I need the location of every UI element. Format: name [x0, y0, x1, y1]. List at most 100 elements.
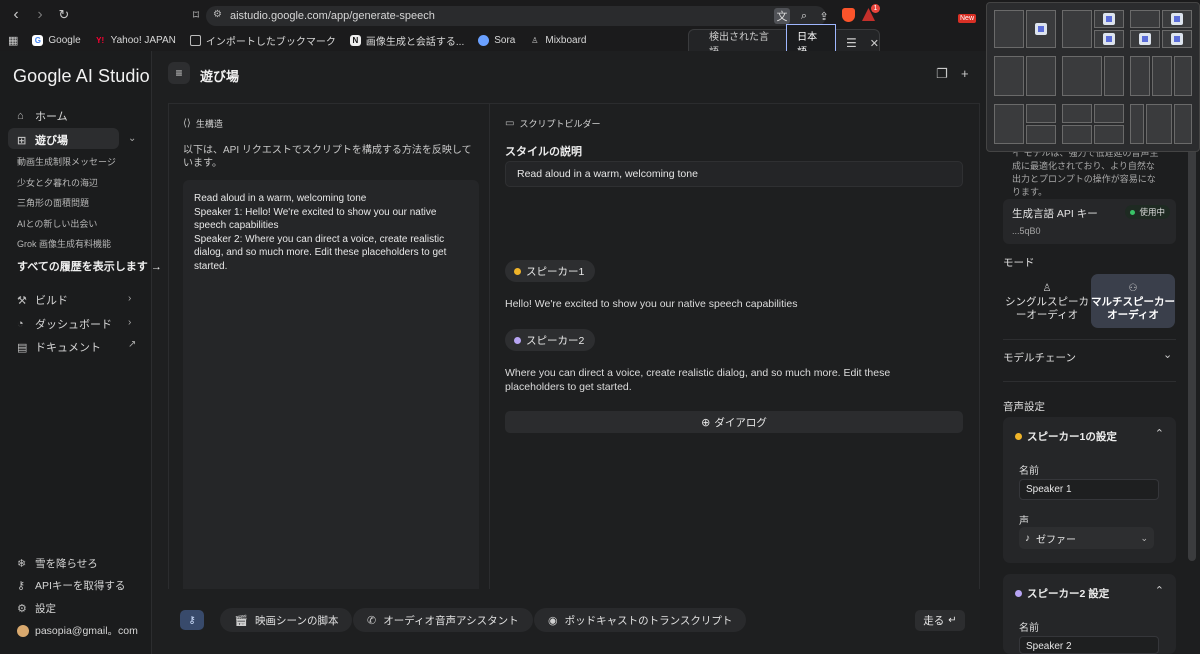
raw-structure-code[interactable]: Read aloud in a warm, welcoming tone Spe… — [183, 180, 479, 642]
sidebar-item-home[interactable]: ⌂ ホーム — [17, 108, 68, 124]
snap-zone[interactable] — [1130, 104, 1144, 144]
speaker-1-voice-select[interactable]: ♪ ゼファー ⌄ — [1019, 527, 1154, 549]
snap-zone[interactable] — [1062, 10, 1092, 48]
add-dialog-button[interactable]: ⊕ ダイアログ — [505, 411, 963, 433]
snap-zone[interactable] — [1026, 56, 1056, 96]
history-item[interactable]: Grok 画像生成有料機能 — [17, 237, 111, 250]
sidebar-item-get-api-key[interactable]: ⚷ APIキーを取得する — [17, 578, 125, 593]
bookmark-mixboard[interactable]: ♙ Mixboard — [529, 35, 586, 46]
new-badge[interactable]: New — [958, 14, 977, 23]
sora-icon — [478, 35, 490, 46]
snap-zone[interactable] — [1174, 104, 1192, 144]
snap-zone[interactable] — [1162, 30, 1192, 48]
snap-zone[interactable] — [1162, 10, 1192, 28]
sidebar-item-dashboard[interactable]: ◔ ダッシュボード — [17, 316, 112, 332]
sidebar-account[interactable]: pasopia@gmail。com — [17, 623, 138, 638]
history-item[interactable]: 少女と夕暮れの海辺 — [17, 176, 98, 189]
history-item[interactable]: 三角形の面積問題 — [17, 196, 89, 209]
sidebar-item-build[interactable]: ⚒ ビルド — [17, 292, 68, 308]
page-title: 遊び場 — [200, 69, 240, 84]
new-chat-icon[interactable]: + — [961, 66, 969, 81]
translate-icon[interactable]: 文 — [774, 8, 790, 24]
snap-zone[interactable] — [1094, 104, 1124, 123]
reload-icon[interactable]: ↻ — [54, 5, 74, 25]
snap-zone[interactable] — [1174, 56, 1192, 96]
speaker-2-text[interactable]: Where you can direct a voice, create rea… — [505, 367, 945, 394]
snap-zone[interactable] — [1094, 30, 1124, 48]
chevron-down-icon[interactable]: ⌄ — [128, 133, 136, 144]
speaker-1-name-field[interactable]: Speaker 1 — [1019, 479, 1159, 500]
snap-zone[interactable] — [1130, 10, 1160, 28]
dashboard-icon: ◔ — [17, 318, 24, 330]
snap-zone[interactable] — [1130, 56, 1150, 96]
sidebar-item-settings[interactable]: ⚙ 設定 — [17, 601, 56, 616]
snap-zone[interactable] — [1152, 56, 1172, 96]
apps-grid-icon[interactable]: ▦ — [8, 34, 18, 47]
suggestion-voice-assistant[interactable]: ✆ オーディオ音声アシスタント — [353, 608, 533, 632]
snap-zone[interactable] — [994, 104, 1024, 144]
snap-zone[interactable] — [1062, 104, 1092, 123]
sidebar-item-snow[interactable]: ❄ 雪を降らせろ — [17, 556, 98, 571]
chevron-right-icon: › — [128, 317, 132, 328]
speaker-1-text[interactable]: Hello! We're excited to show you our nat… — [505, 298, 955, 312]
snap-zone[interactable] — [1026, 125, 1056, 144]
chevron-up-icon[interactable]: ⌃ — [1155, 427, 1164, 440]
snap-zone[interactable] — [994, 56, 1024, 96]
mode-single-speaker-button[interactable]: ♙ シングルスピーカーオーディオ — [1005, 274, 1089, 328]
chevron-down-icon[interactable]: ⌄ — [1163, 348, 1172, 361]
snap-zone[interactable] — [994, 10, 1024, 48]
sidebar-item-docs[interactable]: ▤ ドキュメント — [17, 339, 101, 355]
bookmark-star-icon[interactable]: ⌑ — [186, 5, 206, 25]
chevron-up-icon[interactable]: ⌃ — [1155, 584, 1164, 597]
back-icon[interactable]: ‹ — [6, 5, 26, 25]
style-input[interactable]: Read aloud in a warm, welcoming tone — [505, 161, 963, 187]
run-button[interactable]: 走る ↵ — [915, 610, 965, 631]
translate-menu-icon[interactable]: ☰ — [846, 36, 857, 50]
snap-zone[interactable] — [1094, 125, 1124, 144]
snap-zone[interactable] — [1104, 56, 1124, 96]
script-builder-label: ▭ スクリプトビルダー — [505, 118, 601, 129]
snap-zone[interactable] — [1062, 125, 1092, 144]
zoom-icon[interactable]: ⌕ — [796, 8, 812, 24]
api-key-suffix: ...5qB0 — [1012, 226, 1041, 236]
api-key-card[interactable]: 生成言語 API キー 使用中 ...5qB0 — [1003, 199, 1176, 244]
forward-icon[interactable]: › — [30, 5, 50, 25]
sidebar-item-playground[interactable]: ⊞ 遊び場 — [17, 132, 68, 148]
snap-zone[interactable] — [1094, 10, 1124, 28]
bookmark-image-gen[interactable]: N 画像生成と会話する... — [349, 33, 464, 48]
bookmark-google[interactable]: G Google — [32, 35, 81, 46]
brave-shield-icon[interactable] — [842, 8, 855, 22]
toggle-sidebar-button[interactable]: ≡ — [168, 62, 190, 84]
snap-zone[interactable] — [1026, 104, 1056, 123]
status-dot-icon — [1130, 209, 1136, 215]
show-all-history-link[interactable]: すべての履歴を表示します → — [17, 258, 162, 274]
mode-multi-speaker-button[interactable]: ⚇ マルチスピーカーオーディオ — [1091, 274, 1175, 328]
history-item[interactable]: AIとの新しい出会い — [17, 217, 97, 230]
address-bar[interactable]: ⚙ aistudio.google.com/app/generate-speec… — [206, 6, 829, 26]
translate-close-icon[interactable]: ✕ — [870, 37, 879, 50]
speaker-2-name-field[interactable]: Speaker 2 — [1019, 636, 1159, 654]
site-info-icon[interactable]: ⚙ — [213, 9, 222, 20]
speaker-1-settings-title[interactable]: スピーカー1の設定 — [1015, 429, 1117, 444]
history-item[interactable]: 動画生成制限メッセージ — [17, 155, 116, 168]
model-chain-toggle[interactable]: モデルチェーン — [1003, 350, 1076, 365]
snap-zone[interactable] — [1062, 56, 1102, 96]
app-logo[interactable]: Google AI Studio — [13, 66, 150, 87]
copy-icon[interactable]: ❐ — [936, 66, 948, 82]
bookmark-imported-folder[interactable]: インポートしたブックマーク — [189, 33, 336, 48]
snowflake-icon: ❄ — [17, 558, 27, 570]
speaker-2-settings-title[interactable]: スピーカー2 設定 — [1015, 586, 1109, 601]
suggestion-movie-script[interactable]: 🎬︎ 映画シーンの脚本 — [220, 608, 353, 632]
external-link-icon: ↗ — [128, 339, 137, 350]
speaker-1-pill[interactable]: スピーカー1 — [505, 260, 596, 282]
share-icon[interactable]: ⇪ — [816, 8, 832, 24]
suggestion-podcast-transcript[interactable]: ◉ ポッドキャストのトランスクリプト — [534, 608, 747, 632]
snap-zone[interactable] — [1026, 10, 1056, 48]
snap-zone[interactable] — [1130, 30, 1160, 48]
bookmark-sora[interactable]: Sora — [478, 35, 515, 46]
bookmark-yahoo[interactable]: Y! Yahoo! JAPAN — [95, 35, 176, 46]
api-key-title: 生成言語 API キー — [1012, 208, 1098, 220]
api-key-button[interactable]: ⚷ — [180, 610, 204, 630]
speaker-2-pill[interactable]: スピーカー2 — [505, 329, 596, 351]
snap-zone[interactable] — [1146, 104, 1172, 144]
